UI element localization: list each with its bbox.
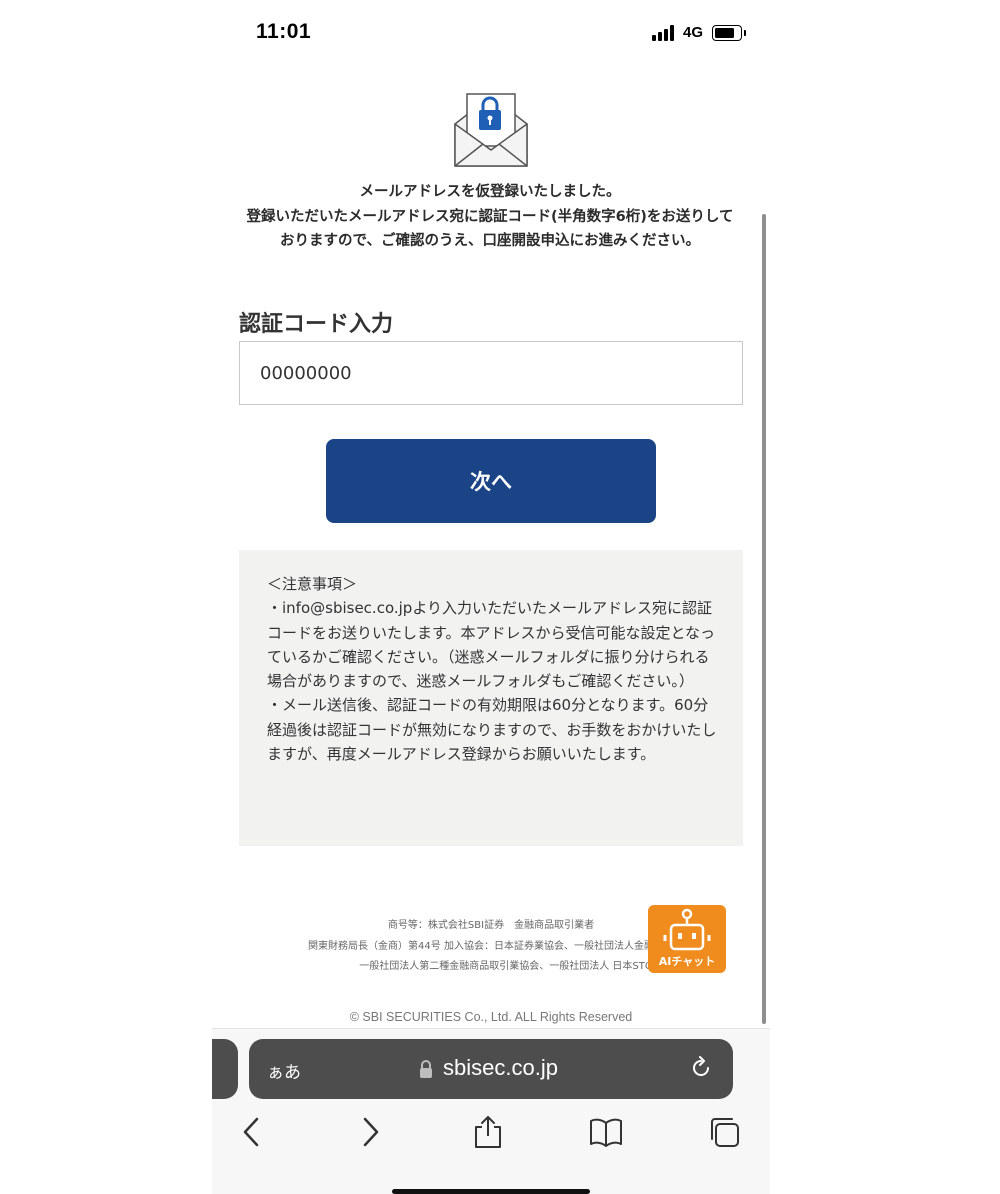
scrollbar[interactable] [762, 214, 766, 1024]
status-bar: 11:01 4G [212, 0, 770, 66]
tabs-icon[interactable] [707, 1115, 741, 1149]
bookmarks-icon[interactable] [589, 1115, 623, 1149]
notice-box: ＜注意事項＞ ・info@sbisec.co.jpより入力いただいたメールアドレ… [239, 550, 743, 846]
back-icon[interactable] [234, 1115, 268, 1149]
status-time: 11:01 [256, 20, 312, 43]
browser-bottom-bar: ぁあ sbisec.co.jp [212, 1028, 770, 1194]
code-input-label: 認証コード入力 [239, 312, 394, 337]
reload-icon[interactable] [689, 1056, 713, 1080]
phone-screen: 11:01 4G メールアドレスを仮登録いたしました。 登録いただいたメールアド… [212, 0, 770, 1194]
robot-icon [663, 908, 711, 951]
notice-item-1: ・info@sbisec.co.jpより入力いただいたメールアドレス宛に認証コー… [267, 599, 716, 691]
url-text: sbisec.co.jp [443, 1055, 558, 1080]
code-input[interactable] [239, 341, 743, 405]
intro-line-2: 登録いただいたメールアドレス宛に認証コード(半角数字6桁)をお送りしておりますの… [246, 208, 734, 250]
notice-title: ＜注意事項＞ [267, 575, 358, 593]
address-bar[interactable]: ぁあ sbisec.co.jp [249, 1039, 733, 1099]
next-button[interactable]: 次へ [326, 439, 656, 523]
intro-line-1: メールアドレスを仮登録いたしました。 [359, 184, 621, 200]
lock-icon [420, 1060, 432, 1078]
share-icon[interactable] [471, 1115, 505, 1149]
network-type: 4G [683, 24, 704, 41]
ai-chat-button[interactable]: AIチャット [648, 905, 726, 973]
signal-icon [652, 25, 678, 41]
text-size-button[interactable]: ぁあ [267, 1058, 301, 1083]
notice-item-2: ・メール送信後、認証コードの有効期限は60分となります。60分経過後は認証コード… [267, 696, 717, 764]
forward-icon[interactable] [354, 1115, 388, 1149]
home-indicator [392, 1189, 590, 1194]
battery-icon [712, 25, 742, 41]
intro-message: メールアドレスを仮登録いたしました。 登録いただいたメールアドレス宛に認証コード… [240, 180, 740, 254]
copyright: © SBI SECURITIES Co., Ltd. ALL Rights Re… [349, 1010, 633, 1024]
previous-tab-pill[interactable] [212, 1039, 238, 1099]
ai-chat-label: AIチャット [658, 955, 716, 968]
envelope-lock-icon [454, 93, 528, 167]
